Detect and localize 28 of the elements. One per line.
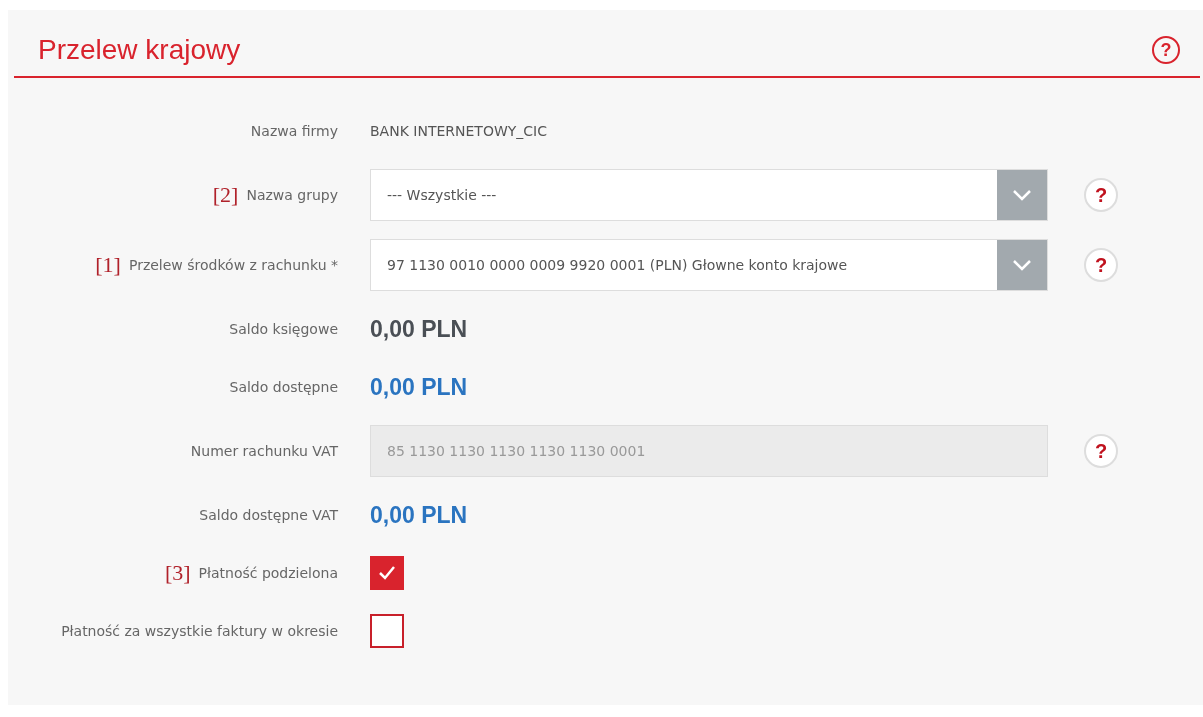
help-button[interactable]: ? <box>1084 248 1118 282</box>
field-label: Płatność podzielona <box>198 564 338 583</box>
chevron-down-icon <box>1012 259 1032 271</box>
page-title: Przelew krajowy <box>38 33 241 67</box>
balance-amount: 0,00 PLN <box>370 501 468 529</box>
help-button[interactable]: ? <box>1084 434 1118 468</box>
field-label: Saldo dostępne <box>229 378 338 397</box>
field-label: Saldo księgowe <box>229 320 338 339</box>
help-button[interactable]: ? <box>1152 36 1180 64</box>
checkbox[interactable] <box>370 556 404 590</box>
reference-marker: [1] <box>95 252 121 278</box>
field-label: Nazwa firmy <box>250 122 338 141</box>
reference-marker: [2] <box>212 182 239 208</box>
field-label: Płatność za wszystkie faktury w okresie <box>61 622 338 641</box>
chevron-down-icon <box>1012 189 1032 201</box>
balance-amount: 0,00 PLN <box>370 315 468 343</box>
dropdown-field[interactable]: --- Wszystkie --- <box>370 169 1048 221</box>
field-label: Nazwa grupy <box>246 186 338 205</box>
field-label: Saldo dostępne VAT <box>199 506 338 525</box>
field-value: BANK INTERNETOWY_CIC <box>370 123 547 139</box>
reference-marker: [3] <box>164 560 191 586</box>
balance-amount: 0,00 PLN <box>370 373 468 401</box>
dropdown-field[interactable]: 97 1130 0010 0000 0009 9920 0001 (PLN) Głowne konto krajowe <box>370 239 1048 291</box>
checkbox[interactable] <box>370 614 404 648</box>
help-button[interactable]: ? <box>1084 178 1118 212</box>
checkmark-icon <box>378 565 396 581</box>
field-label: Przelew środków z rachunku * <box>128 256 338 275</box>
field-label: Numer rachunku VAT <box>190 442 338 461</box>
